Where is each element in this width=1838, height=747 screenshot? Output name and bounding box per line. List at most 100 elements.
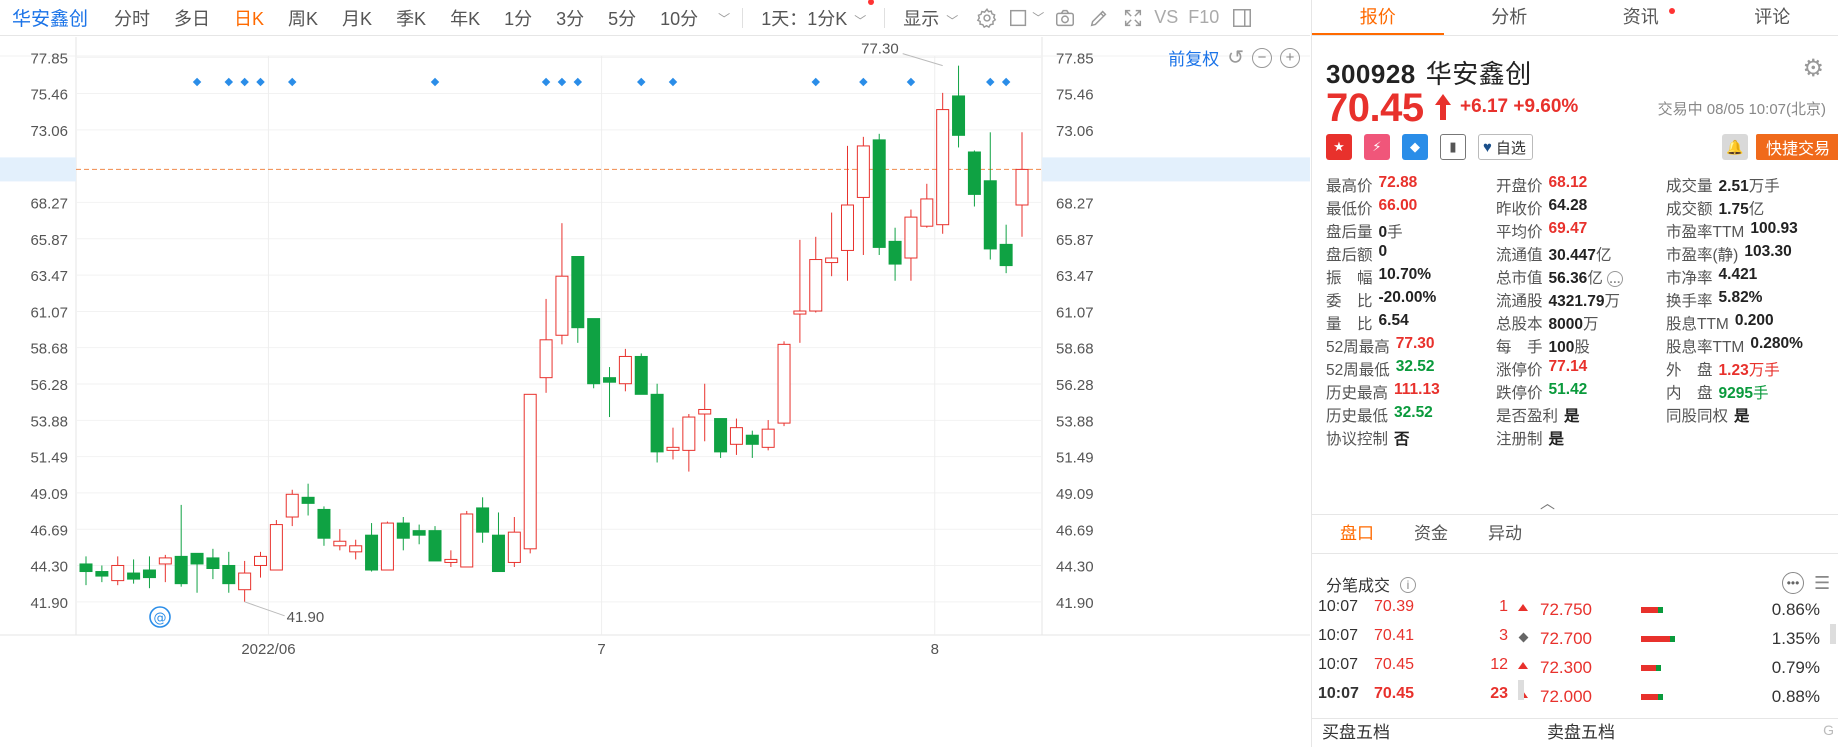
y-tick-label-left: 77.85 xyxy=(30,50,68,67)
timeframe-tab[interactable]: 分时 xyxy=(102,5,162,31)
tick-time: 10:07 xyxy=(1318,685,1359,702)
quote-label: 盘后额 xyxy=(1326,247,1373,264)
quote-label: 涨停价 xyxy=(1496,362,1543,379)
event-marker-icon xyxy=(811,77,821,87)
f10-button[interactable]: F10 xyxy=(1182,7,1225,28)
adjust-mode-button[interactable]: 前复权 xyxy=(1168,45,1219,70)
timeframe-tab[interactable]: 多日 xyxy=(162,5,222,31)
quote-unit: 万 xyxy=(1583,316,1599,333)
quote-value: 10.70% xyxy=(1379,266,1432,289)
quote-label: 振 幅 xyxy=(1326,270,1373,287)
bookmark-icon[interactable]: ▮ xyxy=(1440,134,1466,160)
candle-down xyxy=(317,508,331,539)
alert-bell-icon[interactable]: 🔔 xyxy=(1722,134,1748,160)
collapse-panel-icon[interactable] xyxy=(1225,0,1259,36)
watchlist-button[interactable]: ♥ 自选 xyxy=(1478,134,1533,160)
timeframe-tab[interactable]: 月K xyxy=(330,5,384,31)
candle-down xyxy=(571,255,585,329)
depth-tab[interactable]: 异动 xyxy=(1468,515,1542,553)
kline-svg: 77.8577.8575.4675.4673.0673.0670.4570.45… xyxy=(0,37,1310,658)
quote-label: 昨收价 xyxy=(1496,201,1543,218)
hot-icon[interactable]: ⚡ xyxy=(1364,134,1390,160)
quote-number: 77.30 xyxy=(1395,335,1435,352)
candle-up xyxy=(269,524,283,571)
display-dropdown[interactable]: 显示 ﹀ xyxy=(891,5,970,31)
settings-icon[interactable] xyxy=(970,0,1004,36)
tick-volume: 1 xyxy=(1499,598,1508,615)
quote-row: 最高价 72.88 开盘价 68.12 成交量 2.51万手 xyxy=(1326,174,1836,197)
quote-value: 56.36亿… xyxy=(1549,266,1623,289)
stock-name[interactable]: 华安鑫创 xyxy=(0,4,102,31)
zoom-in-icon[interactable]: + xyxy=(1280,47,1300,68)
x-tick-label: 7 xyxy=(597,641,605,658)
candle-down xyxy=(190,552,204,565)
panel-tab[interactable]: 分析 xyxy=(1444,0,1576,35)
overlay-square-icon[interactable]: ﹀ xyxy=(1004,0,1048,36)
notify-dot xyxy=(868,0,875,5)
quote-value: 77.30 xyxy=(1396,335,1435,358)
quote-row: 振 幅 10.70% 总市值 56.36亿… 市净率 4.421 xyxy=(1326,266,1836,289)
timeframe-tab[interactable]: 年K xyxy=(438,5,492,31)
depth-tab[interactable]: 资金 xyxy=(1394,515,1468,553)
candle-down xyxy=(476,507,490,533)
panel-settings-icon[interactable]: ⚙ xyxy=(1802,54,1824,83)
depth-tab[interactable]: 盘口 xyxy=(1320,515,1394,553)
quote-number: 30.447 xyxy=(1548,247,1596,264)
price-levels[interactable]: 72.750 0.86% 72.700 1.35% 72.300 0.79% 72.000 0… xyxy=(1540,596,1820,714)
draw-pencil-icon[interactable] xyxy=(1082,0,1116,36)
current-price-tag-right xyxy=(1042,157,1310,182)
quote-label: 流通股 xyxy=(1496,293,1543,310)
timeframe-tab[interactable]: 3分 xyxy=(544,5,596,31)
info-icon[interactable]: … xyxy=(1606,271,1623,287)
tick-scrollbar[interactable] xyxy=(1518,680,1524,700)
y-tick-label-left: 46.69 xyxy=(30,522,68,539)
y-tick-label-right: 61.07 xyxy=(1056,304,1094,321)
timeframe-tab[interactable]: 1分 xyxy=(492,5,544,31)
tag-icon[interactable]: ◆ xyxy=(1402,134,1428,160)
candle-down xyxy=(174,555,188,585)
tick-price: 70.45 xyxy=(1374,685,1415,702)
event-marker-icon xyxy=(906,77,916,87)
camera-icon[interactable] xyxy=(1048,0,1082,36)
candle-down xyxy=(127,572,141,580)
quote-value: 30.447亿 xyxy=(1549,243,1612,266)
candle-up xyxy=(1015,168,1029,206)
candle-down xyxy=(396,522,410,539)
timeframe-tab[interactable]: 10分 xyxy=(648,5,710,31)
list-menu-icon[interactable]: ☰ xyxy=(1814,574,1830,592)
panel-tab[interactable]: 报价 xyxy=(1312,0,1444,35)
panel-tab[interactable]: 资讯 xyxy=(1575,0,1707,35)
info-icon[interactable]: i xyxy=(1400,577,1417,593)
tick-list[interactable]: 10:07 70.39 1 10:07 70.41 3 10:07 70.45 12 10:07 7… xyxy=(1318,594,1538,712)
timeframe-tab[interactable]: 5分 xyxy=(596,5,648,31)
reset-view-icon[interactable]: ↺ xyxy=(1227,45,1244,70)
collapse-chevron-icon[interactable]: ︿ xyxy=(1540,492,1555,513)
price-level-row: 72.300 0.79% xyxy=(1540,654,1820,683)
more-options-icon[interactable]: ••• xyxy=(1782,572,1804,594)
tick-price: 70.41 xyxy=(1374,627,1415,644)
candle-down xyxy=(79,563,93,573)
range-select[interactable]: 1天：1分K ﹀ xyxy=(749,0,878,31)
trade-status: 交易中 08/05 10:07(北京) xyxy=(1657,101,1826,118)
timeframe-tab[interactable]: 周K xyxy=(276,5,330,31)
quote-cell: 流通值 30.447亿 xyxy=(1496,243,1666,266)
timeframe-tab[interactable]: 日K xyxy=(222,5,276,31)
zoom-out-icon[interactable]: − xyxy=(1252,47,1272,68)
level-price: 72.300 xyxy=(1540,658,1592,677)
vs-button[interactable]: VS xyxy=(1150,7,1182,28)
panel-tab[interactable]: 评论 xyxy=(1707,0,1838,35)
quote-cell: 成交量 2.51万手 xyxy=(1666,174,1836,197)
chart-toolbar: 华安鑫创 分时 多日 日K 周K 月K 季K 年K 1分 3分 5分 10分 ﹀ 1天：1分K ﹀ … xyxy=(0,0,1310,36)
quick-trade-button[interactable]: 快捷交易 xyxy=(1756,134,1838,160)
quote-cell: 成交额 1.75亿 xyxy=(1666,197,1836,220)
kline-chart[interactable]: 77.8577.8575.4675.4673.0673.0670.4570.45… xyxy=(0,37,1310,747)
y-tick-label-left: 53.88 xyxy=(30,413,68,430)
candle-up xyxy=(111,564,125,582)
y-tick-label-right: 63.47 xyxy=(1056,268,1094,285)
fullscreen-icon[interactable] xyxy=(1116,0,1150,36)
quote-label: 总市值 xyxy=(1496,270,1543,287)
timeframe-tab[interactable]: 季K xyxy=(384,5,438,31)
more-timeframes[interactable]: ﹀ xyxy=(710,7,736,28)
levels-scrollbar[interactable] xyxy=(1830,624,1836,644)
buy-five-label: 买盘五档 xyxy=(1322,723,1390,742)
